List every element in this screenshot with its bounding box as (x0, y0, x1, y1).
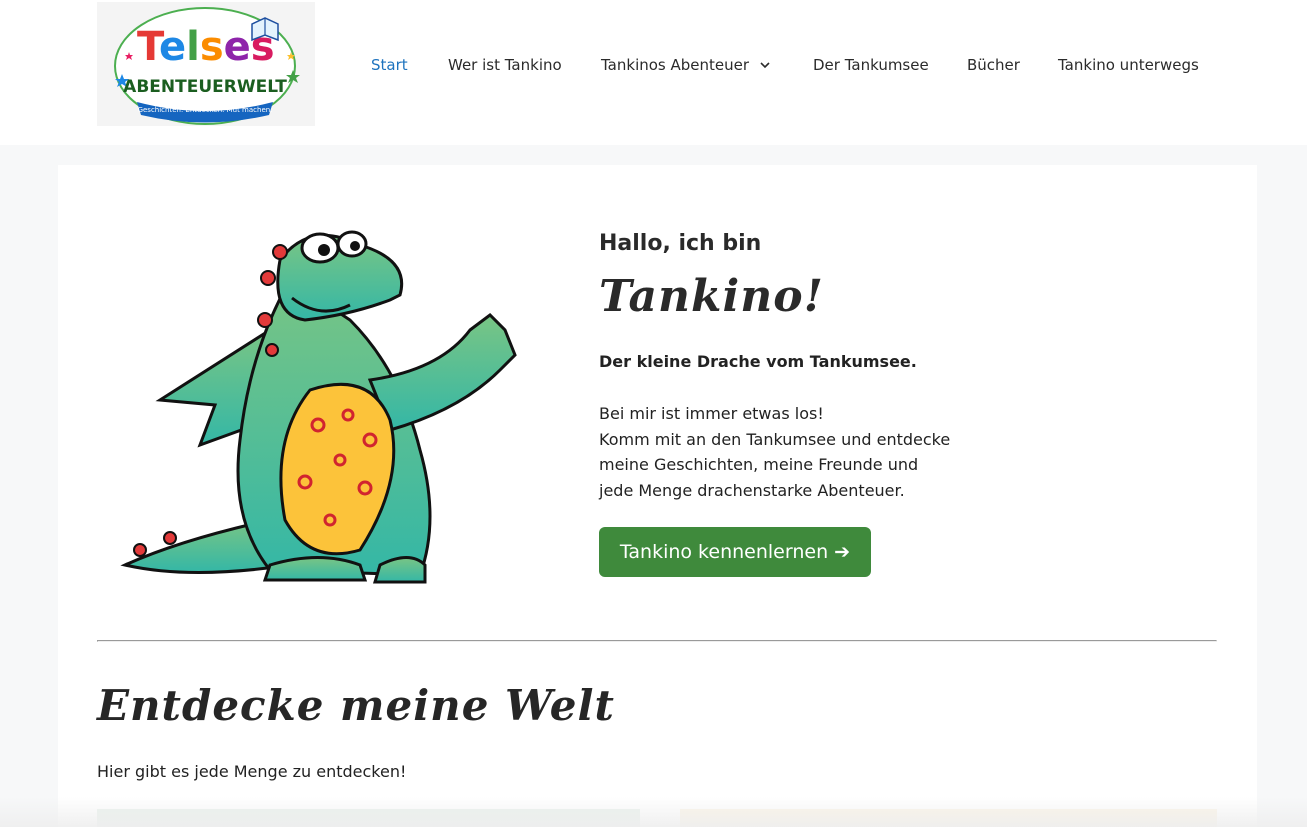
hero-description-line: jede Menge drachenstarke Abenteuer. (599, 480, 905, 500)
logo-tagline: Geschichten. Entdecken. Mut machen. (138, 106, 273, 114)
hero-description-line: meine Geschichten, meine Freunde und (599, 455, 919, 475)
nav-item-wer-ist-tankino[interactable]: Wer ist Tankino (448, 54, 562, 76)
hero-title: Tankino! (599, 271, 824, 322)
logo-graphic: Telses ABENTEUERWELT Geschichten. Entdec… (114, 7, 300, 125)
nav-item-label: Tankinos Abenteuer (601, 56, 750, 74)
site-header: Telses ABENTEUERWELT Geschichten. Entdec… (0, 0, 1307, 145)
hero-description: Bei mir ist immer etwas los! Komm mit an… (599, 401, 950, 503)
logo-subtitle: ABENTEUERWELT (123, 77, 287, 97)
dragon-illustration (120, 220, 525, 588)
hero-subline: Der kleine Drache vom Tankumsee. (599, 352, 917, 371)
chevron-down-icon[interactable] (758, 58, 772, 72)
site-logo[interactable]: Telses ABENTEUERWELT Geschichten. Entdec… (97, 2, 315, 126)
hero-description-line: Komm mit an den Tankumsee und entdecke (599, 429, 951, 449)
section-divider (97, 640, 1217, 642)
nav-item-buecher[interactable]: Bücher (967, 54, 1020, 76)
nav-item-tankinos-abenteuer[interactable]: Tankinos Abenteuer (601, 54, 770, 76)
section-title: Entdecke meine Welt (97, 681, 615, 730)
nav-item-der-tankumsee[interactable]: Der Tankumsee (813, 54, 929, 76)
tankino-kennenlernen-button[interactable]: Tankino kennenlernen ➔ (599, 527, 871, 577)
nav-item-start[interactable]: Start (371, 54, 408, 76)
section-text: Hier gibt es jede Menge zu entdecken! (97, 762, 407, 781)
hero-greeting: Hallo, ich bin (599, 231, 762, 256)
nav-item-tankino-unterwegs[interactable]: Tankino unterwegs (1058, 54, 1199, 76)
scroll-fade (0, 797, 1307, 827)
hero-description-line: Bei mir ist immer etwas los! (599, 404, 824, 423)
